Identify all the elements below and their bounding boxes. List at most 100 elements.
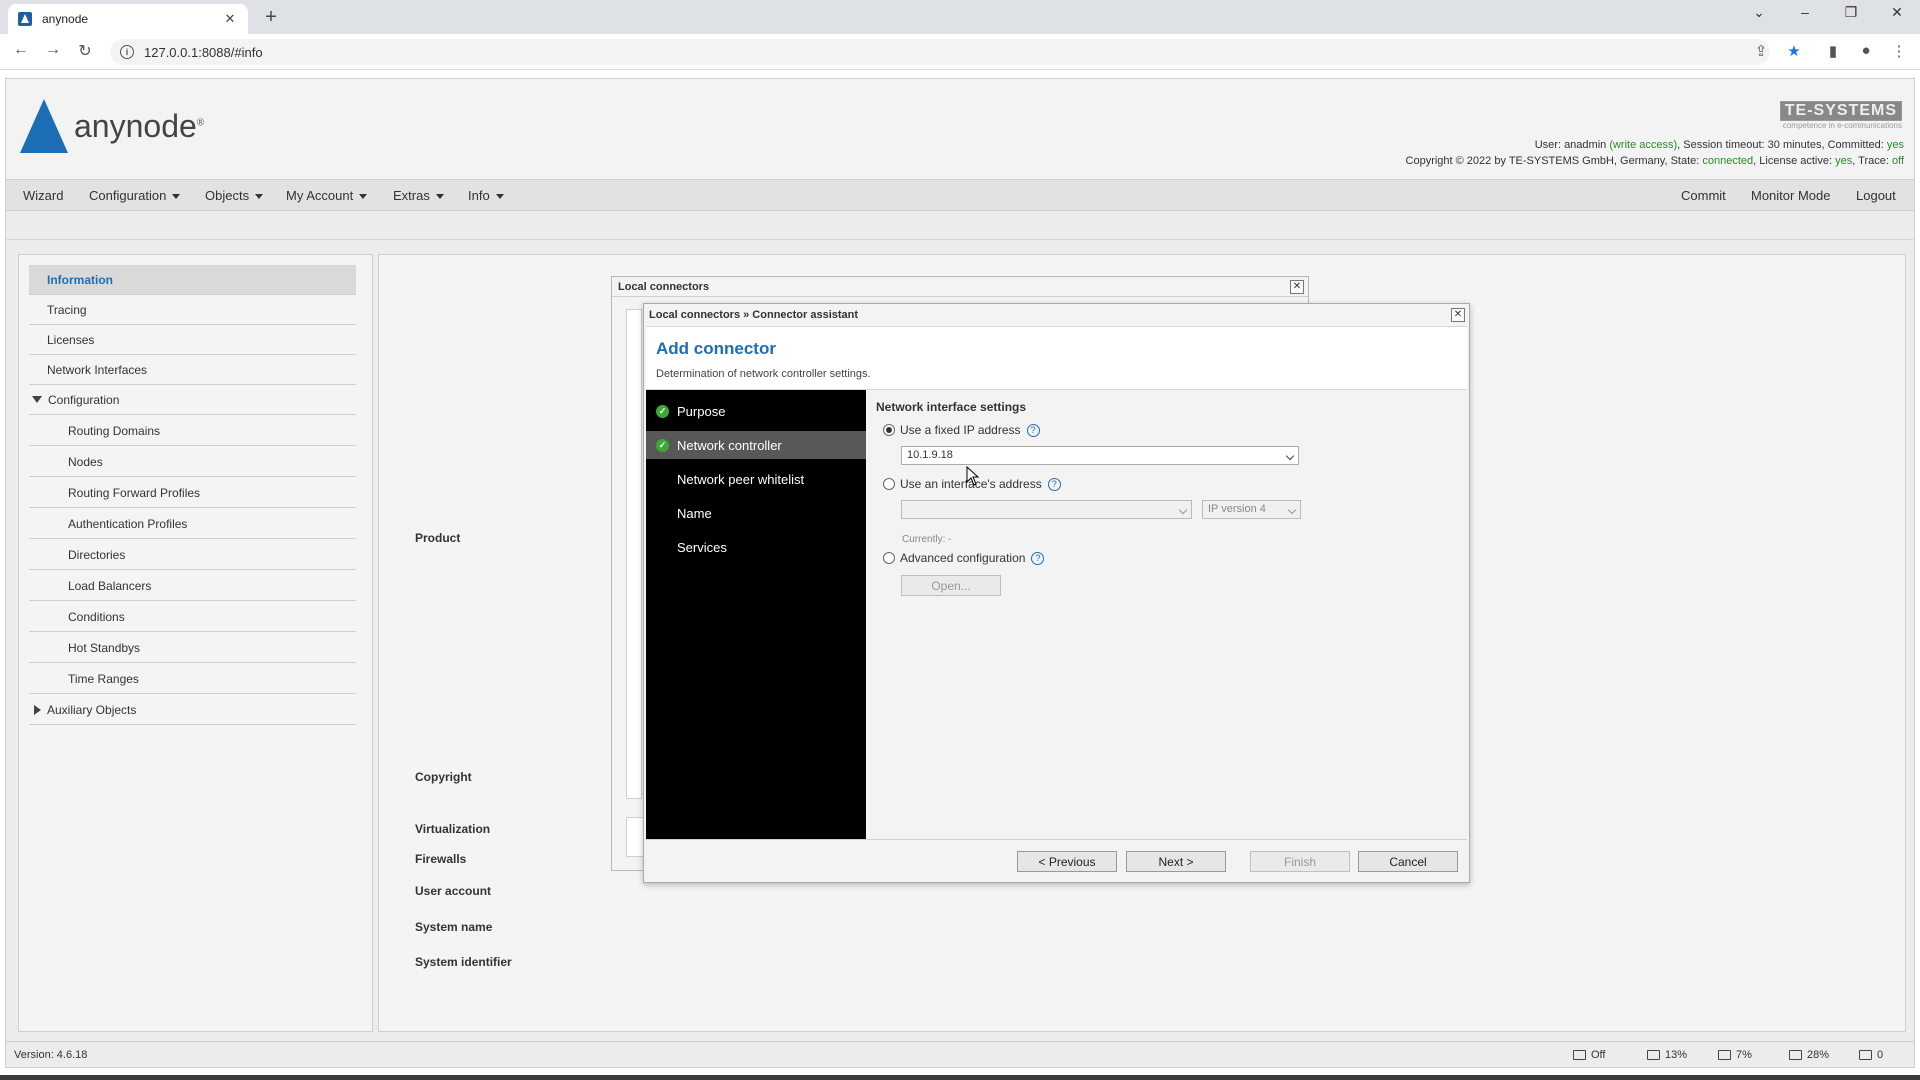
label-system-identifier: System identifier	[415, 955, 512, 969]
label-user-account: User account	[415, 884, 492, 898]
chevron-down-icon	[359, 194, 368, 200]
browser-tab[interactable]: anynode ✕	[8, 4, 248, 34]
interface-select[interactable]	[901, 500, 1192, 519]
menu-configuration[interactable]: Configuration	[89, 188, 181, 203]
new-tab-icon[interactable]: +	[260, 6, 282, 29]
step-network-controller[interactable]: ✓ Network controller	[646, 431, 866, 459]
anynode-favicon-icon	[18, 12, 32, 26]
sidebar-item-time-ranges[interactable]: Time Ranges	[29, 664, 356, 694]
reload-icon[interactable]: ↻	[74, 41, 96, 61]
check-icon: ✓	[656, 404, 669, 418]
sidebar-item-conditions[interactable]: Conditions	[29, 602, 356, 632]
step-network-peer-whitelist[interactable]: Network peer whitelist	[646, 465, 866, 493]
sidebar-item-tracing[interactable]: Tracing	[29, 295, 356, 325]
sidebar-item-licenses[interactable]: Licenses	[29, 325, 356, 355]
step-purpose[interactable]: ✓ Purpose	[646, 397, 866, 425]
side-panel-icon[interactable]: ▮	[1822, 42, 1844, 60]
fixed-ip-option[interactable]: Use a fixed IP address ?	[883, 423, 1040, 437]
previous-button[interactable]: < Previous	[1017, 851, 1117, 872]
connector-assistant-dialog: Local connectors » Connector assistant ✕…	[643, 303, 1470, 883]
open-button[interactable]: Open...	[901, 575, 1001, 596]
sidebar-item-hot-standbys[interactable]: Hot Standbys	[29, 633, 356, 663]
help-icon[interactable]: ?	[1047, 477, 1061, 491]
expand-right-icon[interactable]	[34, 704, 41, 715]
sidebar-item-nodes[interactable]: Nodes	[29, 447, 356, 477]
sidebar-item-authentication-profiles[interactable]: Authentication Profiles	[29, 509, 356, 539]
menu-objects[interactable]: Objects	[205, 188, 264, 203]
monitor-mode-button[interactable]: Monitor Mode	[1751, 188, 1830, 203]
menu-my-account[interactable]: My Account	[286, 188, 368, 203]
tab-close-icon[interactable]: ✕	[222, 11, 238, 27]
fixed-ip-select[interactable]: 10.1.9.18	[901, 446, 1299, 465]
dialog-header: Add connector Determination of network c…	[646, 326, 1467, 390]
recording-icon	[1573, 1050, 1586, 1060]
ip-version-select[interactable]: IP version 4	[1202, 500, 1301, 519]
back-icon[interactable]: ←	[10, 41, 32, 59]
tab-title: anynode	[42, 12, 89, 26]
advanced-radio[interactable]	[883, 552, 895, 564]
state-status: connected	[1702, 155, 1754, 167]
menu-wizard[interactable]: Wizard	[23, 188, 63, 203]
main-menu: Wizard Configuration Objects My Account …	[6, 179, 1914, 211]
expand-down-icon[interactable]	[32, 396, 42, 403]
window-close-icon[interactable]: ✕	[1882, 4, 1912, 21]
help-icon[interactable]: ?	[1026, 423, 1040, 437]
status-recording: Off	[1573, 1049, 1605, 1061]
sidebar-item-network-interfaces[interactable]: Network Interfaces	[29, 355, 356, 385]
section-title: Network interface settings	[876, 400, 1027, 414]
status-disk: 13%	[1647, 1049, 1687, 1061]
sidebar-item-configuration[interactable]: Configuration	[29, 385, 356, 415]
advanced-option[interactable]: Advanced configuration ?	[883, 551, 1045, 565]
step-services[interactable]: Services	[646, 533, 866, 561]
bookmark-star-icon[interactable]: ★	[1783, 42, 1805, 60]
site-info-icon[interactable]: i	[120, 45, 134, 59]
sidebar-item-auxiliary-objects[interactable]: Auxiliary Objects	[29, 695, 356, 725]
sidebar-item-routing-forward-profiles[interactable]: Routing Forward Profiles	[29, 478, 356, 508]
menu-extras[interactable]: Extras	[393, 188, 444, 203]
chevron-down-icon	[1178, 505, 1188, 515]
next-button[interactable]: Next >	[1126, 851, 1226, 872]
sidebar-item-information[interactable]: Information	[29, 265, 356, 295]
sidebar-item-routing-domains[interactable]: Routing Domains	[29, 416, 356, 446]
committed-status: yes	[1886, 139, 1904, 151]
dialog-title: Local connectors » Connector assistant	[649, 309, 859, 321]
share-icon[interactable]: ⇪	[1750, 42, 1772, 60]
profile-icon[interactable]: ●	[1855, 42, 1877, 59]
calls-icon	[1859, 1050, 1872, 1060]
help-icon[interactable]: ?	[1031, 551, 1045, 565]
cancel-button[interactable]: Cancel	[1358, 851, 1458, 872]
close-icon[interactable]: ✕	[1290, 280, 1304, 294]
fixed-ip-radio[interactable]	[883, 424, 895, 436]
sub-toolbar	[6, 212, 1914, 240]
menu-info[interactable]: Info	[468, 188, 504, 203]
close-icon[interactable]: ✕	[1451, 308, 1465, 322]
finish-button[interactable]: Finish	[1250, 851, 1350, 872]
fixed-ip-label: Use a fixed IP address	[900, 423, 1021, 437]
trace-status: off	[1891, 155, 1904, 167]
te-systems-logo: TE-SYSTEMS competence in e-communication…	[1779, 101, 1902, 130]
license-status: yes	[1835, 155, 1853, 167]
memory-icon	[1789, 1050, 1802, 1060]
browser-tabstrip: anynode ✕ + ⌄ – ❐ ✕	[0, 0, 1920, 34]
te-logo-text: TE-SYSTEMS	[1779, 101, 1902, 121]
logout-button[interactable]: Logout	[1856, 188, 1896, 203]
forward-icon[interactable]: →	[42, 41, 64, 59]
interface-address-radio[interactable]	[883, 478, 895, 490]
url-text: 127.0.0.1:8088/#info	[144, 44, 263, 60]
tab-search-icon[interactable]: ⌄	[1744, 4, 1774, 21]
restore-icon[interactable]: ❐	[1836, 4, 1866, 21]
commit-button[interactable]: Commit	[1681, 188, 1726, 203]
minimize-icon[interactable]: –	[1790, 4, 1820, 20]
sidebar-item-directories[interactable]: Directories	[29, 540, 356, 570]
te-tagline: competence in e-communications	[1782, 121, 1902, 130]
taskbar-edge	[0, 1075, 1920, 1080]
logo-registered: ®	[196, 116, 205, 128]
browser-menu-icon[interactable]: ⋮	[1888, 42, 1910, 60]
wizard-steps: ✓ Purpose ✓ Network controller Network pee…	[646, 390, 866, 839]
chevron-down-icon	[1285, 451, 1295, 461]
write-access: (write access)	[1609, 139, 1678, 151]
step-name[interactable]: Name	[646, 499, 866, 527]
app-header: anynode® TE-SYSTEMS competence in e-comm…	[6, 79, 1914, 179]
address-bar[interactable]: i 127.0.0.1:8088/#info	[110, 39, 1770, 65]
sidebar-item-load-balancers[interactable]: Load Balancers	[29, 571, 356, 601]
